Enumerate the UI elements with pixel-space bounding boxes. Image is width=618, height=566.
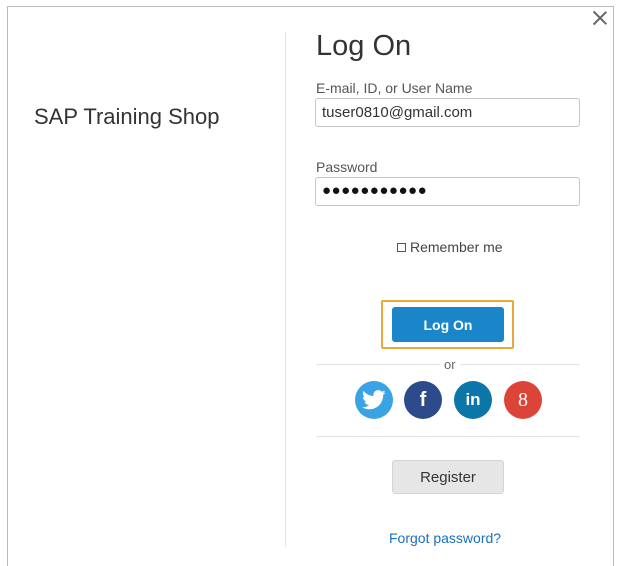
- linkedin-login-button[interactable]: in: [454, 381, 492, 419]
- register-button[interactable]: Register: [392, 460, 504, 494]
- brand-title: SAP Training Shop: [34, 104, 220, 129]
- google-plus-8-icon: 8: [518, 388, 528, 411]
- logon-button[interactable]: Log On: [392, 307, 504, 342]
- google-login-button[interactable]: 8: [504, 381, 542, 419]
- username-input[interactable]: [315, 98, 580, 127]
- password-label: Password: [316, 159, 378, 175]
- close-icon[interactable]: [590, 9, 610, 29]
- linkedin-in-icon: in: [465, 390, 481, 409]
- dialog-title: Log On: [316, 30, 412, 62]
- logon-dialog: [7, 6, 614, 566]
- register-divider: [316, 436, 580, 437]
- facebook-login-button[interactable]: f: [404, 381, 442, 419]
- username-label: E-mail, ID, or User Name: [316, 80, 473, 96]
- or-text: or: [440, 357, 460, 372]
- facebook-f-icon: f: [419, 388, 427, 411]
- remember-me-label: Remember me: [410, 239, 503, 255]
- password-input[interactable]: [315, 177, 580, 206]
- twitter-bird-icon: [362, 390, 386, 410]
- remember-me-checkbox[interactable]: [397, 243, 406, 252]
- remember-me[interactable]: Remember me: [397, 239, 503, 255]
- forgot-password-link[interactable]: Forgot password?: [389, 530, 501, 546]
- vertical-divider: [285, 32, 286, 547]
- twitter-login-button[interactable]: [355, 381, 393, 419]
